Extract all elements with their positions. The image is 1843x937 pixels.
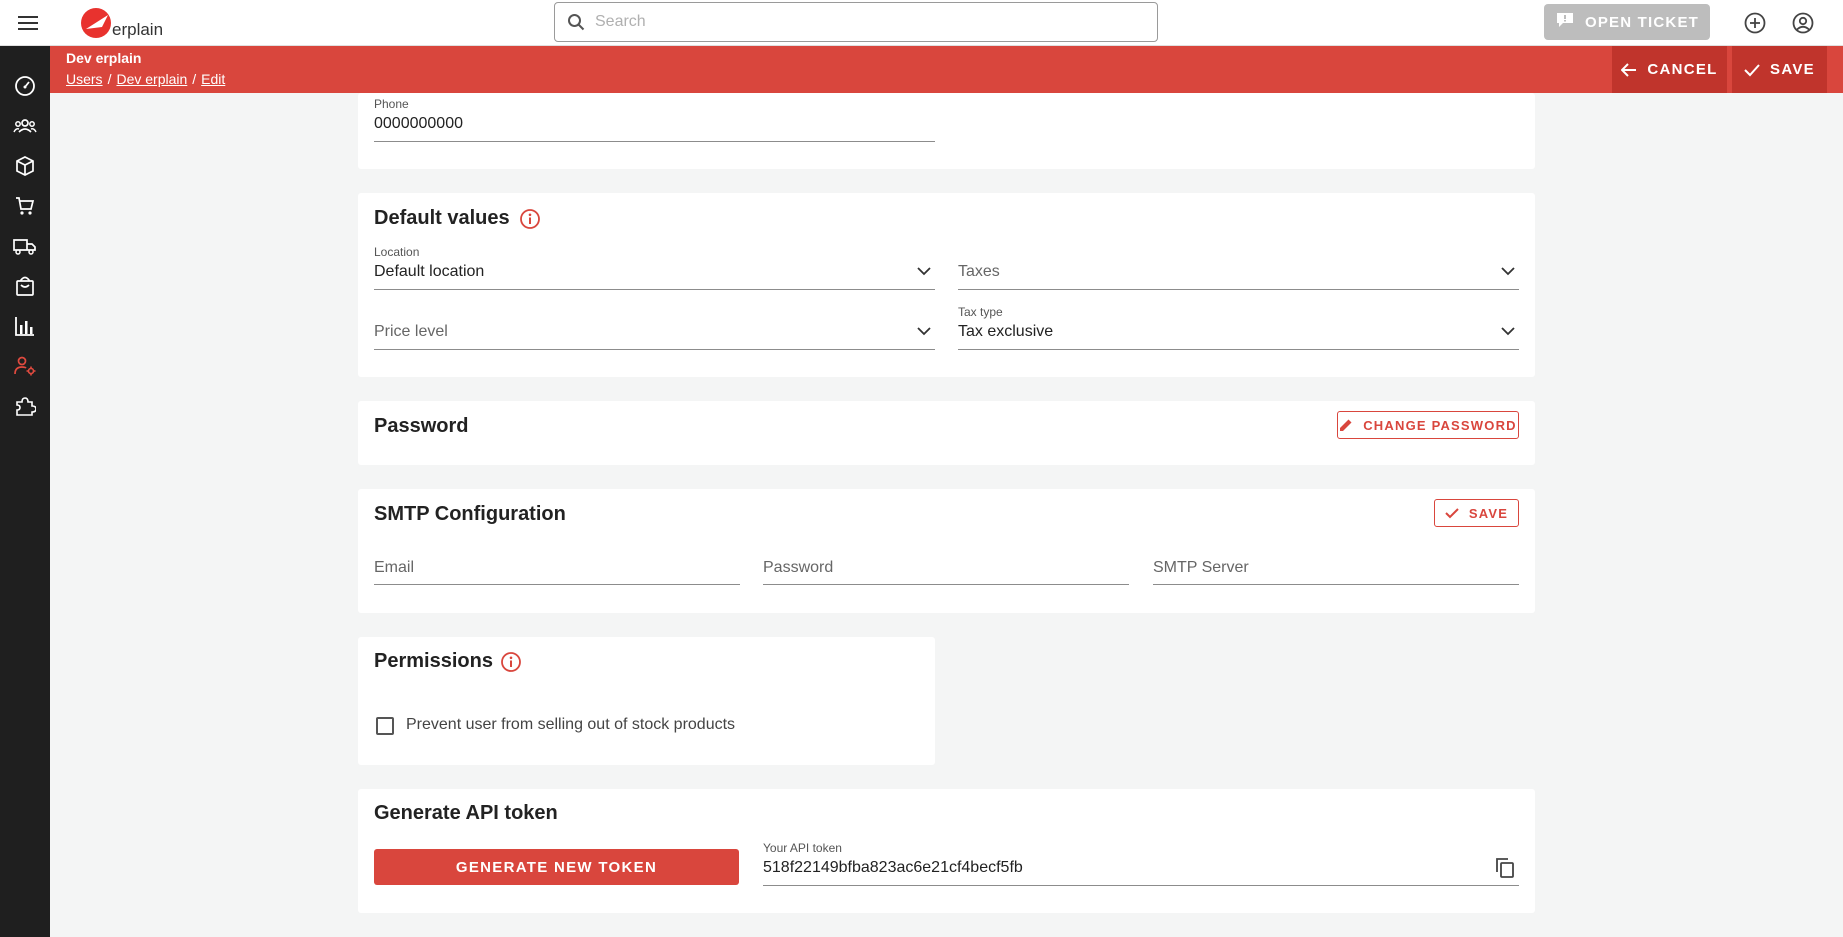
taxes-select[interactable]: Taxes bbox=[958, 245, 1519, 290]
logo-text: erplain bbox=[112, 20, 164, 39]
info-icon[interactable] bbox=[500, 651, 522, 673]
price-level-select[interactable]: Price level bbox=[374, 305, 935, 350]
contact-card: Phone 0000000000 bbox=[358, 93, 1535, 169]
cart-icon bbox=[16, 197, 35, 215]
check-icon bbox=[1744, 63, 1760, 76]
cancel-label: CANCEL bbox=[1647, 61, 1718, 78]
price-level-placeholder: Price level bbox=[374, 323, 448, 340]
copy-icon[interactable] bbox=[1495, 857, 1515, 879]
change-password-button[interactable]: CHANGE PASSWORD bbox=[1337, 411, 1519, 439]
smtp-card: SMTP Configuration SAVE Email Password S… bbox=[358, 489, 1535, 613]
account-circle-icon[interactable] bbox=[1790, 10, 1816, 36]
breadcrumb-user-link[interactable]: Dev erplain bbox=[116, 71, 187, 87]
generate-token-label: GENERATE NEW TOKEN bbox=[455, 858, 658, 876]
bar-chart-icon bbox=[15, 317, 34, 336]
sidebar-item-shipping[interactable] bbox=[0, 226, 50, 266]
sidebar bbox=[0, 46, 50, 937]
sidebar-item-products[interactable] bbox=[0, 146, 50, 186]
prevent-oos-label[interactable]: Prevent user from selling out of stock p… bbox=[406, 716, 735, 734]
sidebar-item-purchases[interactable] bbox=[0, 266, 50, 306]
chevron-down-icon bbox=[1501, 327, 1515, 336]
top-bar: erplain OPEN TICKET bbox=[0, 0, 1843, 46]
people-icon bbox=[13, 119, 37, 133]
api-token-field[interactable]: Your API token 518f22149bfba823ac6e21cf4… bbox=[763, 841, 1519, 886]
shopping-bag-icon bbox=[16, 276, 34, 296]
puzzle-icon bbox=[16, 397, 36, 416]
sidebar-item-reports[interactable] bbox=[0, 306, 50, 346]
smtp-save-label: SAVE bbox=[1468, 505, 1509, 521]
page-header: Dev erplain Users / Dev erplain / Edit CANCE… bbox=[50, 46, 1843, 93]
location-value: Default location bbox=[374, 263, 485, 280]
search-icon bbox=[567, 13, 585, 36]
default-values-title: Default values bbox=[374, 207, 510, 229]
save-button[interactable]: SAVE bbox=[1732, 46, 1827, 93]
add-circle-icon[interactable] bbox=[1742, 10, 1768, 36]
truck-icon bbox=[13, 239, 36, 255]
smtp-email-placeholder: Email bbox=[374, 559, 415, 576]
tax-type-value: Tax exclusive bbox=[958, 323, 1054, 340]
smtp-server-field[interactable]: SMTP Server bbox=[1153, 549, 1519, 585]
pencil-icon bbox=[1340, 419, 1352, 431]
change-password-label: CHANGE PASSWORD bbox=[1363, 417, 1517, 433]
phone-value[interactable]: 0000000000 bbox=[374, 115, 463, 133]
cube-icon bbox=[16, 156, 34, 176]
sidebar-item-integrations[interactable] bbox=[0, 386, 50, 426]
hamburger-icon[interactable] bbox=[16, 11, 40, 35]
breadcrumb: Users / Dev erplain / Edit bbox=[66, 71, 226, 87]
chevron-down-icon bbox=[917, 267, 931, 276]
sidebar-item-user-settings[interactable] bbox=[0, 346, 50, 386]
breadcrumb-users-link[interactable]: Users bbox=[66, 71, 103, 87]
smtp-save-button[interactable]: SAVE bbox=[1434, 499, 1519, 527]
location-label: Location bbox=[374, 245, 420, 259]
chevron-down-icon bbox=[1501, 267, 1515, 276]
chevron-down-icon bbox=[917, 327, 931, 336]
arrow-left-icon bbox=[1621, 62, 1637, 77]
api-token-title: Generate API token bbox=[374, 802, 558, 824]
permissions-card: Permissions Prevent user from selling ou… bbox=[358, 637, 935, 765]
info-icon[interactable] bbox=[519, 208, 541, 230]
smtp-title: SMTP Configuration bbox=[374, 503, 566, 525]
tax-type-label: Tax type bbox=[958, 305, 1003, 319]
speedometer-icon bbox=[15, 76, 35, 96]
open-ticket-button[interactable]: OPEN TICKET bbox=[1544, 4, 1710, 40]
open-ticket-label: OPEN TICKET bbox=[1584, 13, 1700, 31]
generate-token-button[interactable]: GENERATE NEW TOKEN bbox=[374, 849, 739, 885]
search-box[interactable] bbox=[554, 2, 1158, 42]
smtp-email-field[interactable]: Email bbox=[374, 549, 740, 585]
api-token-label: Your API token bbox=[763, 841, 842, 855]
save-label: SAVE bbox=[1770, 61, 1815, 78]
smtp-password-placeholder: Password bbox=[763, 559, 834, 576]
search-input[interactable] bbox=[595, 7, 1145, 37]
sidebar-item-contacts[interactable] bbox=[0, 106, 50, 146]
location-select[interactable]: Location Default location bbox=[374, 245, 935, 290]
phone-label: Phone bbox=[374, 97, 409, 111]
permissions-title: Permissions bbox=[374, 650, 493, 672]
password-card: Password CHANGE PASSWORD bbox=[358, 401, 1535, 465]
smtp-password-field[interactable]: Password bbox=[763, 549, 1129, 585]
smtp-server-placeholder: SMTP Server bbox=[1153, 559, 1249, 576]
api-token-value[interactable]: 518f22149bfba823ac6e21cf4becf5fb bbox=[763, 859, 1023, 877]
api-token-card: Generate API token GENERATE NEW TOKEN Yo… bbox=[358, 789, 1535, 913]
tax-type-select[interactable]: Tax type Tax exclusive bbox=[958, 305, 1519, 350]
taxes-placeholder: Taxes bbox=[958, 263, 1000, 280]
phone-field[interactable]: Phone 0000000000 bbox=[374, 97, 935, 142]
sidebar-item-sales[interactable] bbox=[0, 186, 50, 226]
password-title: Password bbox=[374, 415, 469, 437]
user-gear-icon bbox=[14, 356, 36, 376]
breadcrumb-edit-link[interactable]: Edit bbox=[201, 71, 225, 87]
default-values-card: Default values Location Default location… bbox=[358, 193, 1535, 377]
ticket-icon bbox=[1555, 11, 1575, 33]
sidebar-item-dashboard[interactable] bbox=[0, 66, 50, 106]
check-icon bbox=[1445, 508, 1459, 519]
prevent-oos-checkbox[interactable] bbox=[376, 717, 394, 735]
page-title: Dev erplain bbox=[66, 50, 142, 66]
cancel-button[interactable]: CANCEL bbox=[1612, 46, 1727, 93]
